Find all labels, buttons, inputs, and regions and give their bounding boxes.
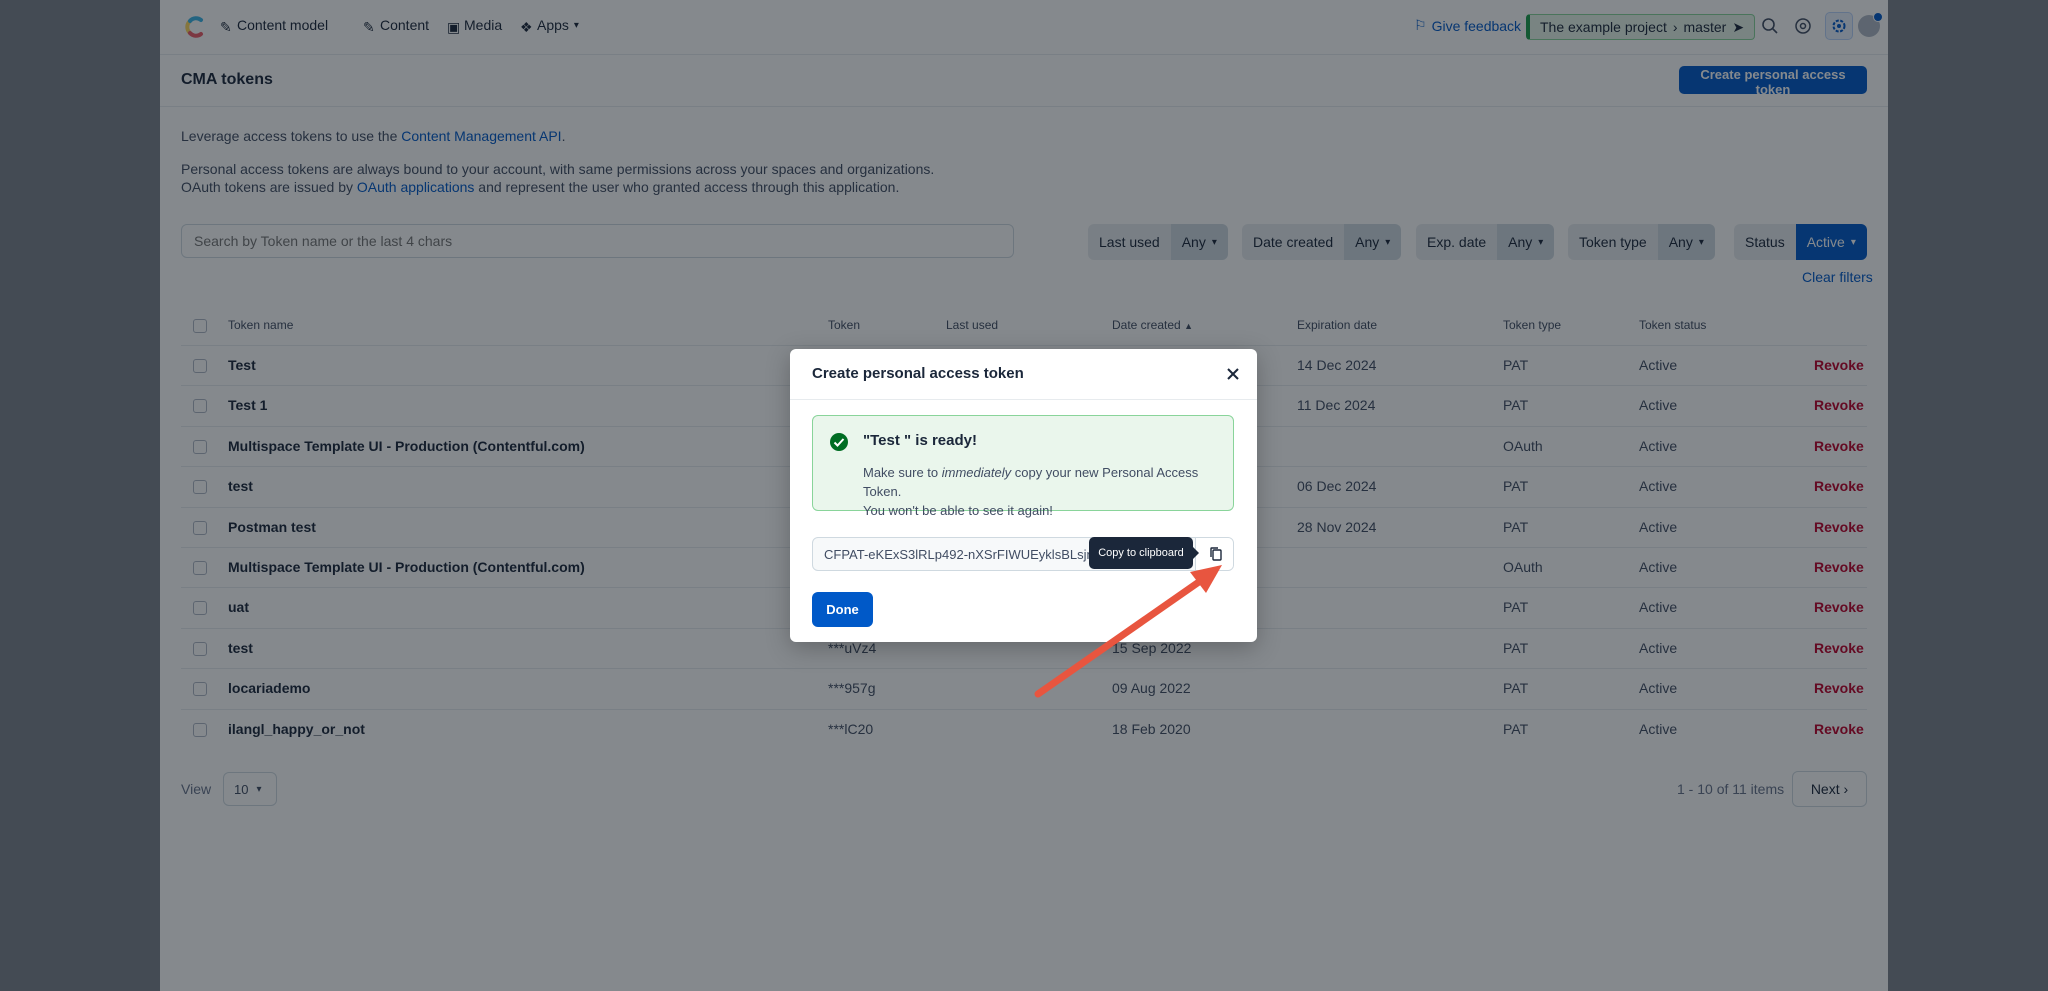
- token-value[interactable]: CFPAT-eKExS3lRLp492-nXSrFIWUEyklsBLsjmXD…: [824, 547, 1121, 562]
- note-text: Make sure to immediately copy your new P…: [863, 463, 1228, 520]
- check-circle-icon: [830, 433, 848, 451]
- done-button[interactable]: Done: [812, 592, 873, 627]
- note-text-emphasis: immediately: [941, 465, 1012, 480]
- create-token-modal: Create personal access token "Test " is …: [790, 349, 1257, 642]
- modal-title: Create personal access token: [812, 365, 1024, 382]
- note-text-line2: You won't be able to see it again!: [863, 503, 1053, 518]
- modal-header: Create personal access token: [790, 349, 1257, 400]
- close-icon[interactable]: [1222, 363, 1244, 385]
- note-text-part: Make sure to: [863, 465, 942, 480]
- note-title: "Test " is ready!: [863, 432, 977, 449]
- copy-tooltip: Copy to clipboard: [1089, 537, 1199, 569]
- copy-button[interactable]: [1195, 538, 1233, 570]
- success-note: "Test " is ready! Make sure to immediate…: [812, 415, 1234, 518]
- copy-icon: [1210, 547, 1222, 561]
